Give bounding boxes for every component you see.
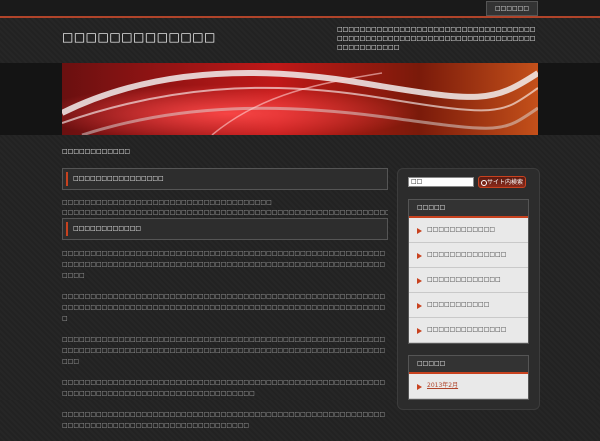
arrow-bullet-icon	[417, 303, 422, 309]
widget-title: □□□□□	[409, 200, 528, 218]
article-body: □□□□□□□□□□□□□□□□□□□□□□□□□□□□□□□□□□□□□□□□…	[62, 248, 388, 431]
arrow-bullet-icon	[417, 384, 422, 390]
site-description: □□□□□□□□□□□□□□□□□□□□□□□□□□□□□□□□□□□□□□□□…	[337, 26, 536, 51]
site-search-button[interactable]: サイト内検索	[478, 176, 526, 188]
recent-posts-widget: □□□□□ □□□□□□□□□□□□ □□□□□□□□□□□□□□ □□□□□□…	[408, 199, 529, 344]
breadcrumb[interactable]: □□□□□□□□□□□□	[62, 148, 130, 155]
search-input[interactable]: □□	[408, 177, 474, 187]
header-swirl-graphic	[62, 63, 538, 135]
arrow-bullet-icon	[417, 328, 422, 334]
paragraph: □□□□□□□□□□□□□□□□□□□□□□□□□□□□□□□□□□□□□□□□…	[62, 293, 386, 322]
article-heading[interactable]: □□□□□□□□□□□□	[62, 218, 388, 240]
intro-line: □□□□□□□□□□□□□□□□□□□□□□□□□□□□□□□□□□□□□□□□…	[62, 209, 388, 216]
site-title[interactable]: □□□□□□□□□□□□□	[62, 30, 216, 44]
paragraph: □□□□□□□□□□□□□□□□□□□□□□□□□□□□□□□□□□□□□□□□…	[62, 250, 386, 279]
top-nav-link[interactable]: □□□□□□	[485, 1, 538, 16]
archive-item[interactable]: 2013年2月	[409, 374, 528, 399]
search-icon	[481, 180, 487, 186]
section-heading: □□□□□□□□□□□□□□□□	[62, 168, 388, 190]
widget-item[interactable]: □□□□□□□□□□□□□□	[409, 318, 528, 343]
paragraph: □□□□□□□□□□□□□□□□□□□□□□□□□□□□□□□□□□□□□□□□…	[62, 379, 386, 397]
widget-item[interactable]: □□□□□□□□□□□□	[409, 218, 528, 243]
intro-line: □□□□□□□□□□□□□□□□□□□□□□□□□□□□□□□□□□□□□	[62, 199, 272, 206]
header-image	[62, 63, 538, 135]
arrow-bullet-icon	[417, 278, 422, 284]
widget-item[interactable]: □□□□□□□□□□□	[409, 293, 528, 318]
arrow-bullet-icon	[417, 253, 422, 259]
main-content: □□□□□□□□□□□□□□□□ □□□□□□□□□□□□□□□□□□□□□□□…	[62, 168, 388, 441]
paragraph: □□□□□□□□□□□□□□□□□□□□□□□□□□□□□□□□□□□□□□□□…	[62, 336, 386, 365]
paragraph: □□□□□□□□□□□□□□□□□□□□□□□□□□□□□□□□□□□□□□□□…	[62, 411, 386, 429]
widget-title: □□□□□	[409, 356, 528, 374]
top-bar: □□□□□□	[0, 0, 600, 18]
widget-item[interactable]: □□□□□□□□□□□□□□	[409, 243, 528, 268]
archive-widget: □□□□□ 2013年2月	[408, 355, 529, 400]
intro-block: □□□□□□□□□□□□□□□□□□□□□□□□□□□□□□□□□□□□□ □□…	[62, 198, 388, 218]
search-button-label: サイト内検索	[487, 179, 524, 186]
sidebar: □□ サイト内検索 □□□□□ □□□□□□□□□□□□ □□□□□□□□□□□…	[397, 168, 540, 410]
arrow-bullet-icon	[417, 228, 422, 234]
widget-item[interactable]: □□□□□□□□□□□□□	[409, 268, 528, 293]
